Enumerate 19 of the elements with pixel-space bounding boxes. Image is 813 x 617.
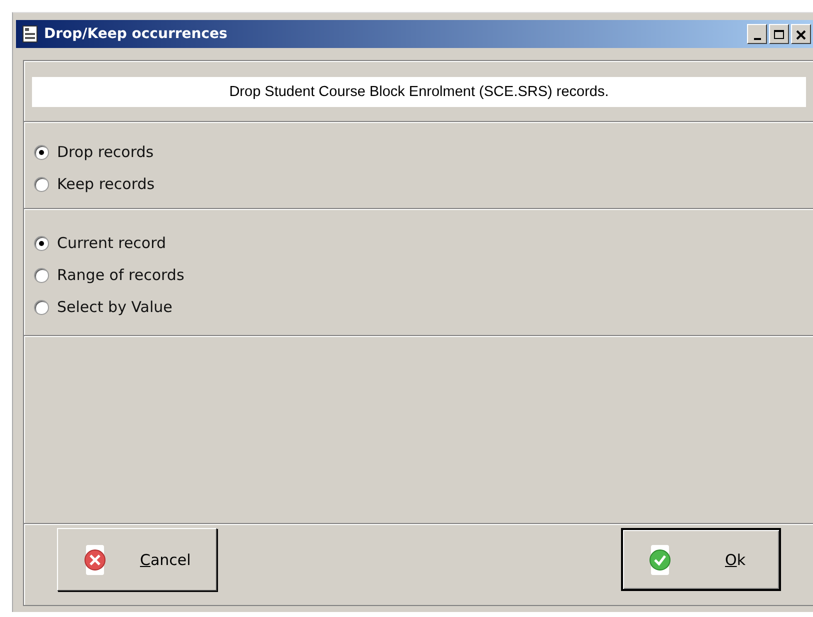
radio-button[interactable] — [34, 300, 49, 314]
minimize-button[interactable] — [747, 24, 767, 44]
document-icon — [22, 25, 38, 43]
option-label[interactable]: Keep records — [57, 175, 155, 193]
ok-button[interactable]: Ok — [621, 528, 781, 591]
option-label[interactable]: Range of records — [57, 266, 184, 284]
option-label[interactable]: Drop records — [57, 143, 154, 161]
window-title: Drop/Keep occurrences — [44, 26, 228, 42]
option-label[interactable]: Select by Value — [57, 298, 172, 316]
radio-button[interactable] — [34, 236, 49, 250]
radio-button[interactable] — [34, 268, 49, 282]
minimize-icon — [754, 38, 760, 40]
maximize-button[interactable] — [769, 24, 789, 44]
radio-button[interactable] — [34, 176, 49, 192]
message-text: Drop Student Course Block Enrolment (SCE.SRS) records. — [32, 77, 806, 107]
cancel-button[interactable]: Cancel — [57, 528, 217, 591]
close-button[interactable] — [791, 24, 811, 44]
option-label[interactable]: Current record — [57, 234, 166, 252]
radio-button[interactable] — [34, 144, 49, 160]
